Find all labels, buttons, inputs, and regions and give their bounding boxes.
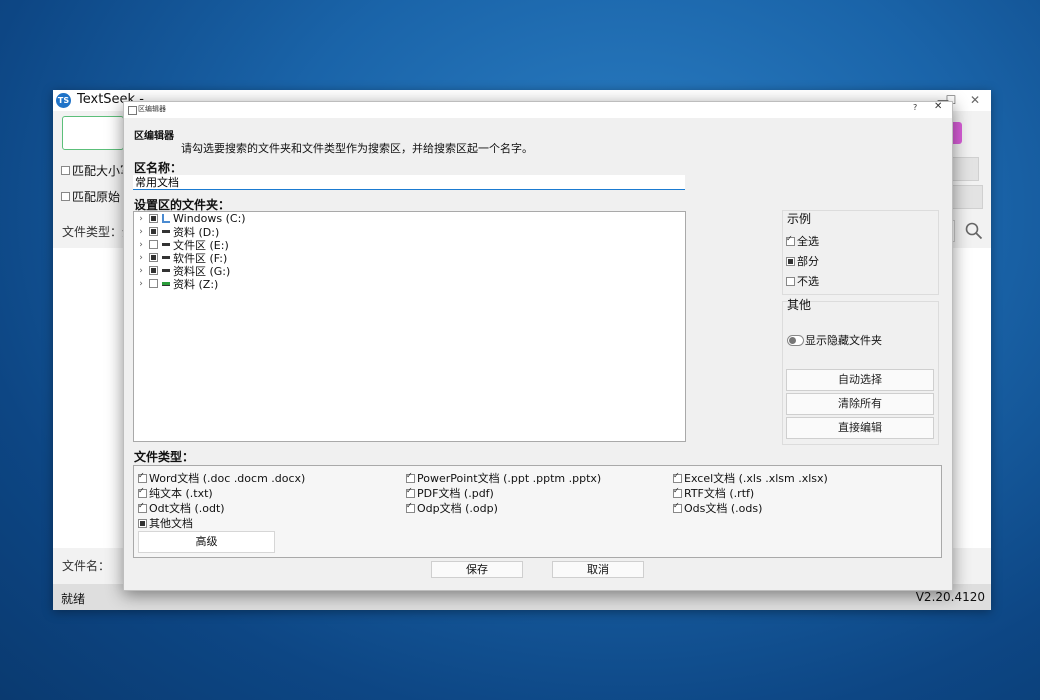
match-case-checkbox[interactable] xyxy=(61,166,70,175)
drive-icon xyxy=(162,256,170,259)
filetype-label: Odt文档 (.odt) xyxy=(149,502,225,515)
filetype-checkbox[interactable] xyxy=(673,486,682,498)
filetype-checkbox[interactable] xyxy=(406,471,415,483)
tree-checkbox[interactable] xyxy=(149,214,158,223)
filetype-label: Odp文档 (.odp) xyxy=(417,502,498,515)
filetype-excel[interactable]: Excel文档 (.xls .xlsm .xlsx) xyxy=(673,470,828,486)
folder-tree[interactable]: › Windows (C:) › 资料 (D:) › 文件区 (E:) › 软件… xyxy=(133,211,686,442)
network-drive-icon xyxy=(162,281,170,286)
filetype-label: Excel文档 (.xls .xlsm .xlsx) xyxy=(684,472,828,485)
filetype-checkbox[interactable] xyxy=(138,471,147,483)
filetype-checkbox[interactable] xyxy=(138,518,147,528)
tree-checkbox[interactable] xyxy=(149,266,158,275)
filetype-word[interactable]: Word文档 (.doc .docm .docx) xyxy=(138,470,305,486)
filetypes-label: 文件类型： xyxy=(134,450,195,464)
filetype-powerpoint[interactable]: PowerPoint文档 (.ppt .pptm .pptx) xyxy=(406,470,601,486)
tree-checkbox[interactable] xyxy=(149,279,158,288)
legend-all: 全选 xyxy=(786,233,819,249)
dialog-description: 请勾选要搜索的文件夹和文件类型作为搜索区，并给搜索区起一个名字。 xyxy=(181,142,533,155)
match-case-option[interactable]: 匹配大小写 xyxy=(61,162,132,179)
main-search-input[interactable] xyxy=(62,116,124,150)
dialog-titlebar: 区编辑器 ? ✕ xyxy=(124,101,952,118)
textseek-logo-icon: TS xyxy=(56,93,71,108)
tree-checkbox[interactable] xyxy=(149,227,158,236)
close-icon[interactable]: ✕ xyxy=(963,90,987,111)
save-button[interactable]: 保存 xyxy=(431,561,523,578)
tree-checkbox[interactable] xyxy=(149,253,158,262)
filetype-odp[interactable]: Odp文档 (.odp) xyxy=(406,500,498,516)
filetype-ods[interactable]: Ods文档 (.ods) xyxy=(673,500,762,516)
filetype-odt[interactable]: Odt文档 (.odt) xyxy=(138,500,225,516)
filetype-label: PDF文档 (.pdf) xyxy=(417,487,494,500)
advanced-button[interactable]: 高级 xyxy=(138,531,275,553)
main-filetype-label: 文件类型： xyxy=(62,225,123,239)
dialog-close-icon[interactable]: ✕ xyxy=(934,101,942,112)
version-text: V2.20.4120 xyxy=(915,590,985,604)
legend-title: 示例 xyxy=(787,212,812,226)
filetype-label: 其他文档 xyxy=(149,517,193,530)
legend-all-label: 全选 xyxy=(797,235,819,248)
tree-item-z[interactable]: › 资料 (Z:) xyxy=(134,277,219,291)
filetype-checkbox[interactable] xyxy=(406,486,415,498)
filetype-checkbox[interactable] xyxy=(673,501,682,513)
filetype-label: Word文档 (.doc .docm .docx) xyxy=(149,472,306,485)
filetype-label: RTF文档 (.rtf) xyxy=(684,487,755,500)
dialog-title: 区编辑器 xyxy=(138,105,166,113)
tree-item-label: 资料 (Z:) xyxy=(173,277,219,291)
filetype-other[interactable]: 其他文档 xyxy=(138,515,193,531)
auto-select-button[interactable]: 自动选择 xyxy=(786,369,934,391)
filetype-txt[interactable]: 纯文本 (.txt) xyxy=(138,485,213,501)
expand-arrow-icon[interactable]: › xyxy=(136,279,146,289)
match-original-label: 匹配原始 xyxy=(72,190,121,204)
empty-box-icon xyxy=(786,276,795,286)
filetype-label: Ods文档 (.ods) xyxy=(684,502,763,515)
drive-icon xyxy=(162,243,170,246)
filetype-rtf[interactable]: RTF文档 (.rtf) xyxy=(673,485,754,501)
clear-all-button[interactable]: 清除所有 xyxy=(786,393,934,415)
filetype-checkbox[interactable] xyxy=(673,471,682,483)
drive-icon xyxy=(162,230,170,233)
legend-partial: 部分 xyxy=(786,253,819,269)
status-text: 就绪 xyxy=(61,592,86,606)
expand-arrow-icon[interactable]: › xyxy=(136,227,146,237)
filetype-checkbox[interactable] xyxy=(406,501,415,513)
zone-editor-dialog: 区编辑器 ? ✕ 区编辑器 请勾选要搜索的文件夹和文件类型作为搜索区，并给搜索区… xyxy=(123,101,953,591)
toggle-knob xyxy=(789,337,796,344)
direct-edit-button[interactable]: 直接编辑 xyxy=(786,417,934,439)
help-icon[interactable]: ? xyxy=(913,103,917,112)
legend-partial-label: 部分 xyxy=(797,255,819,268)
filetypes-panel: Word文档 (.doc .docm .docx) PowerPoint文档 (… xyxy=(133,465,942,558)
filetype-label: PowerPoint文档 (.ppt .pptm .pptx) xyxy=(417,472,602,485)
tree-checkbox[interactable] xyxy=(149,240,158,249)
show-hidden-toggle[interactable] xyxy=(787,335,804,346)
checked-box-icon xyxy=(786,234,795,246)
expand-arrow-icon[interactable]: › xyxy=(136,240,146,250)
filetype-label: 纯文本 (.txt) xyxy=(149,487,213,500)
drive-icon xyxy=(162,269,170,272)
legend-none-label: 不选 xyxy=(797,275,819,288)
zone-name-input[interactable] xyxy=(133,175,685,190)
cancel-button[interactable]: 取消 xyxy=(552,561,644,578)
expand-arrow-icon[interactable]: › xyxy=(136,253,146,263)
main-filename-label: 文件名： xyxy=(62,559,111,573)
expand-arrow-icon[interactable]: › xyxy=(136,214,146,224)
search-icon[interactable] xyxy=(965,222,983,240)
dialog-window-icon xyxy=(128,106,137,115)
filetype-pdf[interactable]: PDF文档 (.pdf) xyxy=(406,485,494,501)
match-original-option[interactable]: 匹配原始 xyxy=(61,188,120,205)
other-title: 其他 xyxy=(787,298,812,312)
match-original-checkbox[interactable] xyxy=(61,192,70,201)
windows-drive-icon xyxy=(162,214,170,223)
filetype-checkbox[interactable] xyxy=(138,486,147,498)
partial-box-icon xyxy=(786,256,795,266)
zone-name-label: 区名称： xyxy=(134,161,183,175)
legend-none: 不选 xyxy=(786,273,819,289)
dialog-header: 区编辑器 xyxy=(134,131,174,142)
expand-arrow-icon[interactable]: › xyxy=(136,266,146,276)
show-hidden-label: 显示隐藏文件夹 xyxy=(805,334,882,347)
filetype-checkbox[interactable] xyxy=(138,501,147,513)
